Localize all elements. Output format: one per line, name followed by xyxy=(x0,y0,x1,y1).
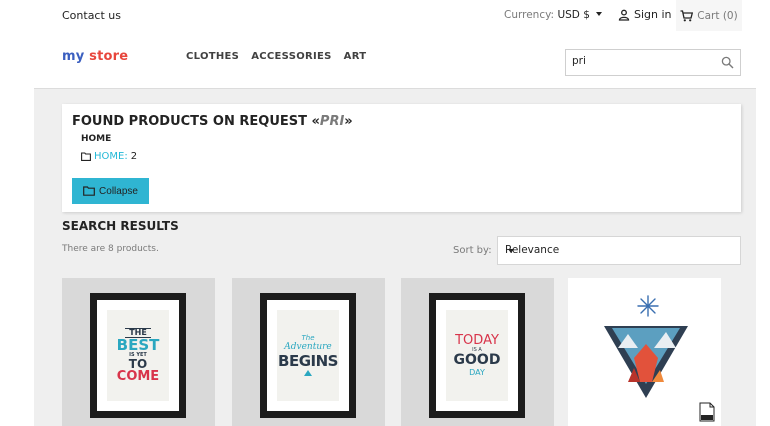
shopping-cart-icon xyxy=(680,9,694,21)
poster-mat: The Adventure BEGINS xyxy=(267,300,349,411)
product-card[interactable]: THE BEST IS YET TO COME xyxy=(62,278,215,426)
poster-mat: THE BEST IS YET TO COME xyxy=(97,300,179,411)
logo-store: store xyxy=(89,49,129,64)
category-result: HOME: 2 xyxy=(81,151,137,162)
search-box xyxy=(565,49,741,76)
framed-poster: TODAY IS A GOOD DAY xyxy=(429,293,525,418)
poster-line: COME xyxy=(116,369,160,384)
found-suffix: » xyxy=(344,114,353,129)
product-card[interactable] xyxy=(568,278,721,426)
site-header: my store CLOTHES ACCESSORIES ART xyxy=(34,31,756,89)
nav-item-art[interactable]: ART xyxy=(344,51,367,62)
search-results-card: FOUND PRODUCTS ON REQUEST «PRI» HOME HOM… xyxy=(62,104,741,212)
currency-selector[interactable]: Currency: USD $ xyxy=(504,9,603,21)
collapse-button[interactable]: Collapse xyxy=(72,178,149,204)
product-count: There are 8 products. xyxy=(62,244,159,254)
caret-down-icon xyxy=(596,12,603,16)
main-nav: CLOTHES ACCESSORIES ART xyxy=(186,51,366,62)
poster-mat: TODAY IS A GOOD DAY xyxy=(436,300,518,411)
caret-down-icon xyxy=(508,249,514,253)
framed-poster: The Adventure BEGINS xyxy=(260,293,356,418)
search-input[interactable] xyxy=(572,55,712,67)
product-card[interactable]: The Adventure BEGINS xyxy=(232,278,385,426)
page-frame: Contact us Currency: USD $ Sign in Cart … xyxy=(34,0,756,426)
poster-line: GOOD xyxy=(453,352,501,369)
folder-icon xyxy=(83,186,95,196)
poster-line: TODAY xyxy=(455,332,499,348)
currency-value: USD $ xyxy=(557,9,590,21)
search-query: PRI xyxy=(319,114,345,129)
nav-item-clothes[interactable]: CLOTHES xyxy=(186,51,239,62)
poster: The Adventure BEGINS xyxy=(277,310,339,401)
cart-button[interactable]: Cart (0) xyxy=(676,0,742,31)
nav-item-accessories[interactable]: ACCESSORIES xyxy=(251,51,331,62)
cart-label: Cart (0) xyxy=(697,9,738,22)
currency-label: Currency: xyxy=(504,9,555,21)
category-count: 2 xyxy=(130,151,138,162)
tent-icon xyxy=(304,369,312,376)
found-prefix: FOUND PRODUCTS ON REQUEST « xyxy=(72,114,320,129)
poster: TODAY IS A GOOD DAY xyxy=(446,310,508,401)
user-icon xyxy=(618,9,630,21)
found-products-title: FOUND PRODUCTS ON REQUEST «PRI» xyxy=(72,114,353,129)
product-card[interactable]: TODAY IS A GOOD DAY xyxy=(401,278,554,426)
poster-line: DAY xyxy=(469,367,485,377)
contact-link[interactable]: Contact us xyxy=(62,9,121,22)
poster-line: Adventure xyxy=(284,341,332,352)
category-label: HOME xyxy=(81,134,112,144)
search-icon[interactable] xyxy=(721,56,734,69)
store-logo[interactable]: my store xyxy=(62,49,128,64)
poster-line: BEGINS xyxy=(278,352,338,371)
sign-in-label: Sign in xyxy=(634,8,672,21)
logo-my: my xyxy=(62,49,85,64)
poster: THE BEST IS YET TO COME xyxy=(107,310,169,401)
collapse-label: Collapse xyxy=(99,185,138,197)
folder-icon xyxy=(81,152,91,161)
sort-select[interactable]: Relevance xyxy=(497,236,741,265)
framed-poster: THE BEST IS YET TO COME xyxy=(90,293,186,418)
poster-line: BEST xyxy=(116,336,160,354)
top-bar: Contact us Currency: USD $ Sign in Cart … xyxy=(34,0,756,32)
sign-in-link[interactable]: Sign in xyxy=(618,8,672,21)
search-results-heading: SEARCH RESULTS xyxy=(62,219,179,233)
category-link-home[interactable]: HOME: xyxy=(94,151,128,162)
svg-file-icon xyxy=(699,402,715,422)
sort-label: Sort by: xyxy=(453,245,492,256)
